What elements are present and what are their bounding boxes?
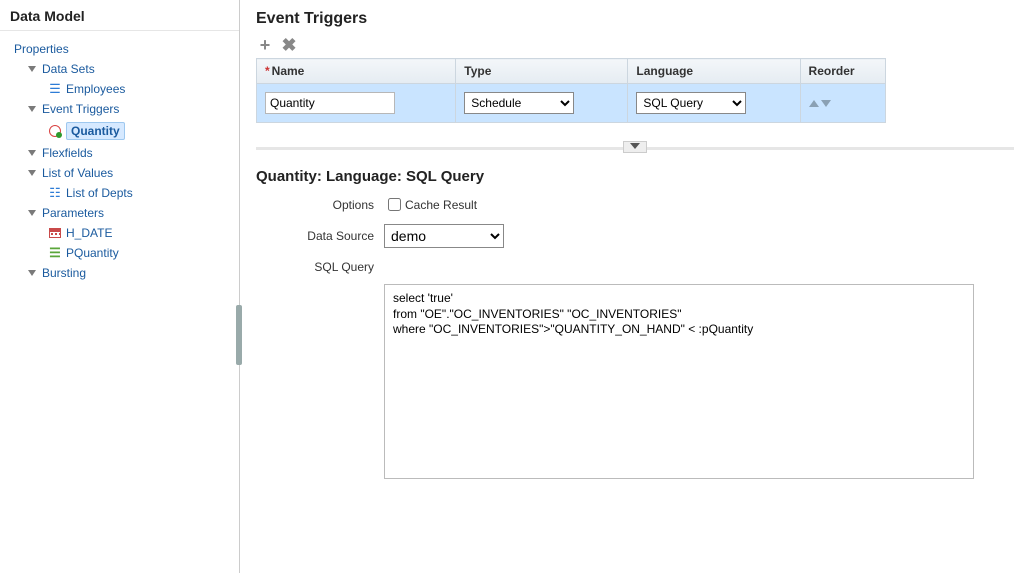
tree-leaf-quantity[interactable]: Quantity bbox=[14, 119, 233, 143]
horizontal-splitter[interactable] bbox=[256, 147, 1014, 150]
tree-node-list-of-values[interactable]: List of Values bbox=[14, 163, 233, 183]
row-language-select[interactable]: SQL Query bbox=[636, 92, 746, 114]
label-cache-result: Cache Result bbox=[405, 198, 477, 212]
row-name-input[interactable] bbox=[265, 92, 395, 114]
delete-row-button[interactable]: ✖ bbox=[280, 36, 298, 54]
caret-icon bbox=[28, 66, 36, 72]
table-row[interactable]: Schedule SQL Query bbox=[257, 84, 886, 123]
caret-icon bbox=[28, 170, 36, 176]
tree-node-bursting[interactable]: Bursting bbox=[14, 263, 233, 283]
dataset-icon: ☰ bbox=[48, 82, 62, 96]
move-up-button[interactable] bbox=[809, 100, 819, 107]
caret-icon bbox=[28, 106, 36, 112]
tree-leaf-h-date[interactable]: H_DATE bbox=[14, 223, 233, 243]
tree-node-event-triggers[interactable]: Event Triggers bbox=[14, 99, 233, 119]
tree-node-flexfields[interactable]: Flexfields bbox=[14, 143, 233, 163]
col-header-name[interactable]: *Name bbox=[257, 59, 456, 84]
detail-title: Quantity: Language: SQL Query bbox=[256, 168, 1014, 185]
lov-icon: ☷ bbox=[48, 186, 62, 200]
col-header-reorder[interactable]: Reorder bbox=[800, 59, 885, 84]
tree-node-data-sets[interactable]: Data Sets bbox=[14, 59, 233, 79]
tree-root-properties[interactable]: Properties bbox=[14, 39, 233, 59]
calendar-icon bbox=[48, 226, 62, 240]
caret-icon bbox=[28, 270, 36, 276]
label-sql-query: SQL Query bbox=[256, 258, 384, 274]
sql-query-textarea[interactable] bbox=[384, 284, 974, 479]
main-panel: Event Triggers + ✖ *Name Type Language R… bbox=[240, 0, 1030, 573]
sidebar-title: Data Model bbox=[0, 0, 239, 31]
tree-leaf-employees[interactable]: ☰ Employees bbox=[14, 79, 233, 99]
event-triggers-grid: *Name Type Language Reorder Schedule bbox=[256, 58, 886, 123]
add-row-button[interactable]: + bbox=[256, 36, 274, 54]
caret-icon bbox=[28, 210, 36, 216]
sidebar-tree: Properties Data Sets ☰ Employees Event T… bbox=[0, 31, 239, 291]
parameter-icon: ☰ bbox=[48, 246, 62, 260]
col-header-language[interactable]: Language bbox=[628, 59, 800, 84]
move-down-button[interactable] bbox=[821, 100, 831, 107]
tree-leaf-pquantity[interactable]: ☰ PQuantity bbox=[14, 243, 233, 263]
section-title-event-triggers: Event Triggers bbox=[256, 10, 1014, 28]
label-options: Options bbox=[256, 198, 384, 212]
col-header-type[interactable]: Type bbox=[456, 59, 628, 84]
tree-leaf-list-of-depts[interactable]: ☷ List of Depts bbox=[14, 183, 233, 203]
caret-icon bbox=[28, 150, 36, 156]
data-source-select[interactable]: demo bbox=[384, 224, 504, 248]
trigger-icon bbox=[48, 124, 62, 138]
label-data-source: Data Source bbox=[256, 229, 384, 243]
sidebar: Data Model Properties Data Sets ☰ Employ… bbox=[0, 0, 240, 573]
grid-toolbar: + ✖ bbox=[256, 36, 1014, 54]
row-type-select[interactable]: Schedule bbox=[464, 92, 574, 114]
tree-node-parameters[interactable]: Parameters bbox=[14, 203, 233, 223]
cache-result-checkbox[interactable] bbox=[388, 198, 401, 211]
